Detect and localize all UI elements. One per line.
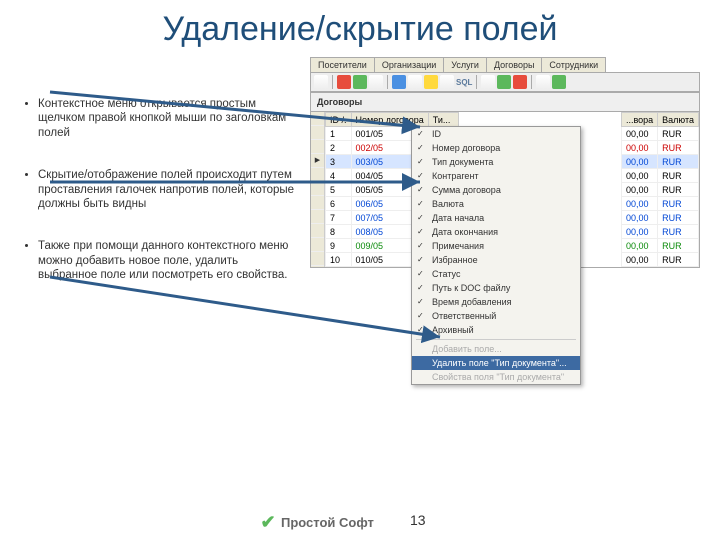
separator bbox=[332, 75, 333, 89]
tab-contracts[interactable]: Договоры bbox=[486, 57, 542, 72]
bullet-list: Контекстное меню открывается простым щел… bbox=[20, 57, 300, 310]
table-row[interactable]: 00,00RUR bbox=[621, 253, 698, 267]
logo-check-icon: ✔ bbox=[260, 514, 276, 530]
row-selector[interactable] bbox=[311, 196, 324, 210]
table-row[interactable]: 00,00RUR bbox=[621, 211, 698, 225]
separator bbox=[387, 75, 388, 89]
grid-right: ...вора Валюта 00,00RUR00,00RUR00,00RUR0… bbox=[621, 112, 699, 267]
tab-orgs[interactable]: Организации bbox=[374, 57, 444, 72]
menu-separator bbox=[416, 339, 576, 340]
row-selector[interactable] bbox=[311, 252, 324, 266]
ctx-field-toggle[interactable]: Сумма договора bbox=[412, 183, 580, 197]
ctx-field-toggle[interactable]: Номер договора bbox=[412, 141, 580, 155]
row-selector-col: ▶ bbox=[311, 112, 325, 267]
ctx-add-field[interactable]: Добавить поле... bbox=[412, 342, 580, 356]
row-selector[interactable]: ▶ bbox=[311, 154, 324, 168]
row-selector[interactable] bbox=[311, 140, 324, 154]
row-selector[interactable] bbox=[311, 182, 324, 196]
row-selector[interactable] bbox=[311, 210, 324, 224]
content-area: Контекстное меню открывается простым щел… bbox=[0, 57, 720, 310]
row-selector[interactable] bbox=[311, 126, 324, 140]
col-type[interactable]: Ти... bbox=[428, 113, 459, 127]
ctx-field-toggle[interactable]: ID bbox=[412, 127, 580, 141]
bullet-item: Контекстное меню открывается простым щел… bbox=[38, 97, 300, 140]
context-menu: IDНомер договораТип документаКонтрагентС… bbox=[411, 126, 581, 385]
delete-icon[interactable] bbox=[337, 75, 351, 89]
find-icon[interactable] bbox=[408, 75, 422, 89]
footer-logo: ✔ Простой Софт bbox=[260, 514, 374, 530]
row-selector[interactable] bbox=[311, 168, 324, 182]
copy-icon[interactable] bbox=[369, 75, 383, 89]
table-header-row[interactable]: ID /. Номер договора Ти... bbox=[326, 113, 459, 127]
word-icon[interactable] bbox=[481, 75, 495, 89]
excel-icon[interactable] bbox=[497, 75, 511, 89]
page-number: 13 bbox=[410, 512, 426, 528]
ctx-field-props[interactable]: Свойства поля "Тип документа" bbox=[412, 370, 580, 384]
table-row[interactable]: 00,00RUR bbox=[621, 197, 698, 211]
export-icon[interactable] bbox=[552, 75, 566, 89]
table-row[interactable]: 00,00RUR bbox=[621, 155, 698, 169]
funnel-icon[interactable] bbox=[440, 75, 454, 89]
table-row[interactable]: 00,00RUR bbox=[621, 169, 698, 183]
print-icon[interactable] bbox=[536, 75, 550, 89]
table-row[interactable]: 00,00RUR bbox=[621, 183, 698, 197]
bullet-item: Также при помощи данного контекстного ме… bbox=[38, 239, 300, 282]
sql-button[interactable]: SQL bbox=[456, 78, 472, 87]
ctx-field-toggle[interactable]: Время добавления bbox=[412, 295, 580, 309]
table-row[interactable]: 00,00RUR bbox=[621, 127, 698, 141]
ctx-field-toggle[interactable]: Статус bbox=[412, 267, 580, 281]
ctx-field-toggle[interactable]: Тип документа bbox=[412, 155, 580, 169]
row-selector-header bbox=[311, 112, 324, 126]
tab-bar: Посетители Организации Услуги Договоры С… bbox=[310, 57, 700, 72]
toolbar: SQL bbox=[310, 72, 700, 92]
tab-visitors[interactable]: Посетители bbox=[310, 57, 375, 72]
data-grid: ▶ ID /. Номер договора Ти... 1001/05Арен… bbox=[310, 111, 700, 268]
bullet-item: Скрытие/отображение полей происходит пут… bbox=[38, 168, 300, 211]
ctx-field-toggle[interactable]: Контрагент bbox=[412, 169, 580, 183]
ctx-field-toggle[interactable]: Избранное bbox=[412, 253, 580, 267]
slide-title: Удаление/скрытие полей bbox=[0, 0, 720, 57]
undo-icon[interactable] bbox=[392, 75, 406, 89]
ctx-field-toggle[interactable]: Дата окончания bbox=[412, 225, 580, 239]
table-header-row[interactable]: ...вора Валюта bbox=[621, 113, 698, 127]
ctx-field-toggle[interactable]: Архивный bbox=[412, 323, 580, 337]
row-selector[interactable] bbox=[311, 238, 324, 252]
separator bbox=[531, 75, 532, 89]
ctx-delete-field[interactable]: Удалить поле "Тип документа"... bbox=[412, 356, 580, 370]
ctx-field-toggle[interactable]: Валюта bbox=[412, 197, 580, 211]
logo-text: Простой Софт bbox=[281, 515, 374, 530]
row-selector[interactable] bbox=[311, 224, 324, 238]
ctx-field-toggle[interactable]: Ответственный bbox=[412, 309, 580, 323]
col-id[interactable]: ID /. bbox=[326, 113, 352, 127]
new-doc-icon[interactable] bbox=[314, 75, 328, 89]
refresh-icon[interactable] bbox=[353, 75, 367, 89]
favorite-icon[interactable] bbox=[424, 75, 438, 89]
col-currency[interactable]: Валюта bbox=[658, 113, 699, 127]
table-row[interactable]: 00,00RUR bbox=[621, 141, 698, 155]
grid-title: Договоры bbox=[310, 92, 700, 111]
ctx-field-toggle[interactable]: Дата начала bbox=[412, 211, 580, 225]
pdf-icon[interactable] bbox=[513, 75, 527, 89]
table-row[interactable]: 00,00RUR bbox=[621, 239, 698, 253]
col-number[interactable]: Номер договора bbox=[351, 113, 428, 127]
col-amount[interactable]: ...вора bbox=[621, 113, 657, 127]
tab-employees[interactable]: Сотрудники bbox=[541, 57, 606, 72]
separator bbox=[476, 75, 477, 89]
ctx-field-toggle[interactable]: Примечания bbox=[412, 239, 580, 253]
app-screenshot: Посетители Организации Услуги Договоры С… bbox=[310, 57, 700, 310]
table-row[interactable]: 00,00RUR bbox=[621, 225, 698, 239]
ctx-field-toggle[interactable]: Путь к DOC файлу bbox=[412, 281, 580, 295]
tab-services[interactable]: Услуги bbox=[443, 57, 487, 72]
